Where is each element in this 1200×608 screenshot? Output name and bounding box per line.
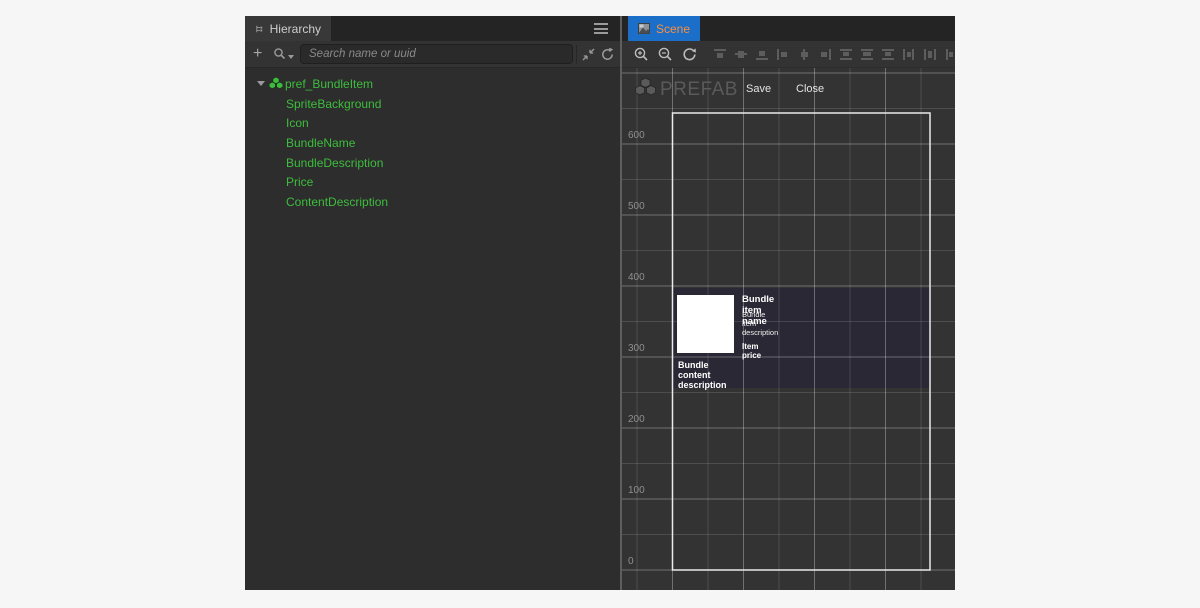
hierarchy-toolbar: + (245, 41, 620, 68)
zoom-out-icon[interactable] (658, 47, 673, 62)
ruler-label: 200 (628, 414, 645, 425)
collapse-all-icon[interactable] (581, 47, 596, 62)
tab-hierarchy[interactable]: Hierarchy (245, 16, 331, 41)
dist-vcenter-icon[interactable] (860, 48, 874, 61)
tree-item-label: Icon (286, 116, 309, 130)
add-node-button[interactable]: + (253, 44, 262, 64)
scene-tab-label: Scene (656, 22, 690, 36)
ruler-label: 300 (628, 343, 645, 354)
tree-item[interactable]: SpriteBackground (245, 94, 620, 114)
dist-bottom-icon[interactable] (881, 48, 895, 61)
price-label[interactable]: Item price (742, 342, 761, 360)
bundle-description-label[interactable]: Bundle item description (742, 310, 778, 337)
zoom-in-icon[interactable] (634, 47, 649, 62)
tree-item-label: pref_BundleItem (285, 77, 373, 91)
tree-item-label: BundleDescription (286, 156, 383, 170)
content-description-label[interactable]: Bundle content description (678, 360, 727, 390)
scene-toolbar (622, 41, 955, 68)
ruler-label: 400 (628, 272, 645, 283)
ruler-label: 100 (628, 485, 645, 496)
hierarchy-tabbar: Hierarchy (245, 16, 620, 41)
ruler-label: 600 (628, 130, 645, 141)
close-button[interactable]: Close (796, 83, 824, 95)
tab-scene[interactable]: Scene (628, 16, 700, 41)
prefab-mode-title: PREFAB (660, 79, 738, 101)
align-vcenter-icon[interactable] (734, 48, 748, 61)
scene-viewport[interactable]: 600 500 400 300 200 100 0 PREFAB Save Close (622, 68, 955, 590)
hierarchy-tree: pref_BundleItem SpriteBackground Icon Bund… (245, 69, 620, 590)
dist-hcenter-icon[interactable] (923, 48, 937, 61)
align-hcenter-icon[interactable] (797, 48, 811, 61)
prefab-cube-icon (269, 77, 283, 90)
panel-menu-icon[interactable] (594, 23, 608, 34)
tree-item[interactable]: Price (245, 172, 620, 192)
align-top-icon[interactable] (713, 48, 727, 61)
search-filter-caret-icon (288, 55, 294, 59)
tree-item[interactable]: BundleDescription (245, 153, 620, 173)
search-filter-icon[interactable] (273, 47, 294, 61)
prefab-cubes-icon (635, 78, 656, 97)
tree-item[interactable]: ContentDescription (245, 192, 620, 212)
hierarchy-tree-icon (255, 23, 264, 35)
align-left-icon[interactable] (776, 48, 790, 61)
refresh-icon[interactable] (600, 47, 615, 62)
hierarchy-panel: Hierarchy + (245, 16, 620, 590)
align-bottom-icon[interactable] (755, 48, 769, 61)
ruler-label: 0 (628, 556, 634, 567)
tree-item-label: BundleName (286, 136, 355, 150)
hierarchy-tab-label: Hierarchy (270, 22, 321, 36)
search-input[interactable] (300, 44, 573, 64)
tree-item[interactable]: Icon (245, 113, 620, 133)
tree-item-label: Price (286, 175, 313, 189)
editor-window: Hierarchy + (245, 16, 955, 590)
reset-view-icon[interactable] (682, 47, 697, 62)
icon-node[interactable] (677, 295, 734, 353)
scene-image-icon (638, 23, 650, 34)
save-button[interactable]: Save (746, 83, 771, 95)
tree-item-label: SpriteBackground (286, 97, 381, 111)
tree-item-root[interactable]: pref_BundleItem (245, 74, 620, 94)
tree-item[interactable]: BundleName (245, 133, 620, 153)
tree-item-label: ContentDescription (286, 195, 388, 209)
prefab-edit-bar: PREFAB Save Close (622, 68, 955, 108)
ruler-label: 500 (628, 201, 645, 212)
dist-left-icon[interactable] (902, 48, 916, 61)
dist-top-icon[interactable] (839, 48, 853, 61)
scene-grid (622, 68, 955, 590)
dist-right-icon[interactable] (944, 48, 955, 61)
scene-panel: Scene (622, 16, 955, 590)
expand-triangle-icon[interactable] (257, 81, 265, 86)
scene-tabbar: Scene (622, 16, 955, 41)
align-right-icon[interactable] (818, 48, 832, 61)
